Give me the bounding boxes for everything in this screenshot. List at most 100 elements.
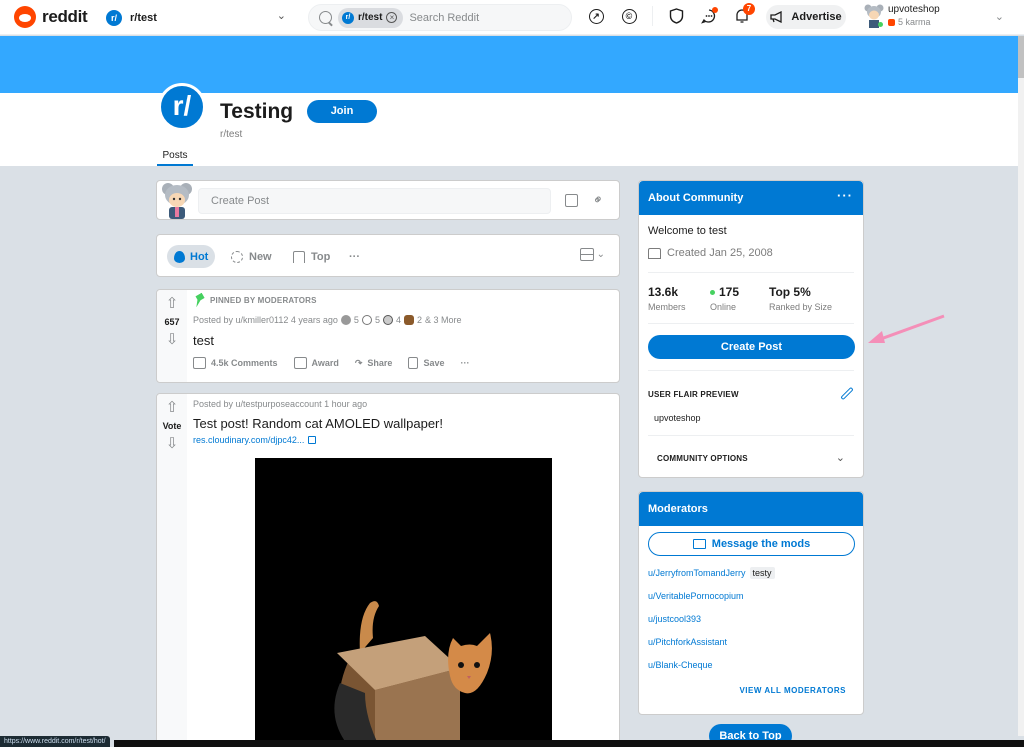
award-count: 5 xyxy=(353,315,359,325)
create-post-input[interactable]: Create Post xyxy=(198,188,551,214)
post-actions: 4.5k Comments Award ↷ Share Save ··· xyxy=(193,357,611,369)
moderator-name[interactable]: u/Blank-Cheque xyxy=(648,660,713,670)
search-input[interactable]: Search Reddit xyxy=(409,12,479,24)
moderator-list: u/JerryfromTomandJerry testy u/VeritableP… xyxy=(648,567,775,683)
pin-icon xyxy=(191,293,206,308)
karma-display: 5 karma xyxy=(888,17,931,27)
sort-top-button[interactable]: Top xyxy=(293,245,330,268)
search-bar[interactable]: r/ r/test × Search Reddit xyxy=(308,4,572,31)
award-label: Award xyxy=(311,358,339,368)
upvote-icon[interactable]: ⇧ xyxy=(166,400,179,416)
moderator-item[interactable]: u/PitchforkAssistant xyxy=(648,637,775,660)
user-menu[interactable]: upvoteshop 5 karma ⌄ xyxy=(862,2,1012,32)
post-title[interactable]: test xyxy=(193,333,611,348)
moderator-name[interactable]: u/PitchforkAssistant xyxy=(648,637,727,647)
award-button[interactable]: Award xyxy=(293,357,339,369)
post-author-line[interactable]: Posted by u/kmiller0112 4 years ago xyxy=(193,315,338,325)
community-dropdown[interactable]: r/ r/test ⌄ xyxy=(106,6,292,30)
tab-posts[interactable]: Posts xyxy=(157,150,193,166)
view-layout-dropdown[interactable]: ⌄ xyxy=(579,248,605,261)
reddit-logo-icon xyxy=(14,6,36,28)
post-card[interactable]: ⇧ 657 ⇩ PINNED BY MODERATORS Posted by u… xyxy=(156,289,620,383)
post-link[interactable]: res.cloudinary.com/djpc42... xyxy=(193,435,611,445)
chevron-down-icon[interactable]: ⌄ xyxy=(836,451,845,464)
community-description: Welcome to test xyxy=(648,225,727,237)
online-dot-icon xyxy=(710,289,715,295)
sort-top-label: Top xyxy=(311,250,331,263)
comment-icon xyxy=(193,357,206,369)
join-button[interactable]: Join xyxy=(307,100,377,123)
post-author-line[interactable]: Posted by u/testpurposeaccount 1 hour ag… xyxy=(193,399,367,409)
about-community-header: About Community ··· xyxy=(639,181,863,215)
award-count: 2 xyxy=(416,315,422,325)
moderator-item[interactable]: u/JerryfromTomandJerry testy xyxy=(648,567,775,591)
moderator-item[interactable]: u/Blank-Cheque xyxy=(648,660,775,683)
downvote-icon[interactable]: ⇩ xyxy=(166,436,179,452)
widget-options-button[interactable]: ··· xyxy=(837,188,853,203)
subreddit-icon: r/ xyxy=(342,11,354,24)
page-scrollbar[interactable] xyxy=(1018,36,1024,736)
comments-button[interactable]: 4.5k Comments xyxy=(193,357,278,369)
popular-button[interactable]: ↗ xyxy=(586,6,606,26)
online-status-dot xyxy=(878,22,883,27)
post-card[interactable]: ⇧ Vote ⇩ Posted by u/testpurposeaccount … xyxy=(156,393,620,747)
subreddit-header xyxy=(0,93,1018,166)
link-icon[interactable]: ⚭ xyxy=(589,190,608,209)
upvote-icon[interactable]: ⇧ xyxy=(166,296,179,312)
moderators-header: Moderators xyxy=(639,492,863,526)
advertise-button[interactable]: Advertise xyxy=(766,5,846,29)
moderator-item[interactable]: u/justcool393 xyxy=(648,614,775,637)
reddit-home-link[interactable]: reddit xyxy=(14,6,88,28)
scrollbar-thumb[interactable] xyxy=(1018,36,1024,78)
user-flair-preview-label: USER FLAIR PREVIEW xyxy=(648,390,739,399)
sort-hot-button[interactable]: Hot xyxy=(167,245,216,268)
clear-scope-icon[interactable]: × xyxy=(386,12,398,23)
chevron-down-icon: ⌄ xyxy=(276,10,286,22)
sort-more-button[interactable]: ··· xyxy=(349,245,360,268)
create-post-button[interactable]: Create Post xyxy=(648,335,855,359)
moderator-flair: testy xyxy=(749,567,775,579)
chat-button[interactable] xyxy=(699,6,719,26)
chat-unread-dot xyxy=(712,7,718,13)
card-view-icon xyxy=(579,248,594,261)
divider xyxy=(648,435,854,436)
create-post-card: Create Post ⚭ xyxy=(156,180,620,220)
share-button[interactable]: ↷ Share xyxy=(355,358,393,369)
status-bar-url: https://www.reddit.com/r/test/hot/ xyxy=(0,736,110,747)
downvote-icon[interactable]: ⇩ xyxy=(166,332,179,348)
gift-icon xyxy=(293,357,307,369)
image-upload-icon[interactable] xyxy=(565,194,578,207)
vote-column: ⇧ Vote ⇩ xyxy=(157,394,187,747)
top-nav-bar: reddit r/ r/test ⌄ r/ r/test × Search Re… xyxy=(0,0,1024,35)
members-stat: 13.6k Members xyxy=(648,285,686,312)
popular-icon: ↗ xyxy=(588,8,604,24)
about-community-widget: About Community ··· Welcome to test Crea… xyxy=(638,180,864,478)
sort-new-button[interactable]: New xyxy=(231,245,272,268)
message-mods-button[interactable]: Message the mods xyxy=(648,532,855,556)
moderator-name[interactable]: u/JerryfromTomandJerry xyxy=(648,568,746,578)
moderator-item[interactable]: u/VeritablePornocopium xyxy=(648,591,775,614)
moderator-name[interactable]: u/justcool393 xyxy=(648,614,701,624)
more-awards[interactable]: & 3 More xyxy=(425,315,462,325)
community-options-toggle[interactable]: COMMUNITY OPTIONS xyxy=(657,454,748,463)
user-avatar xyxy=(162,183,192,219)
coins-button[interactable]: © xyxy=(619,6,639,26)
post-more-button[interactable]: ··· xyxy=(460,358,469,368)
award-count: 5 xyxy=(374,315,380,325)
post-score: Vote xyxy=(162,421,182,431)
save-button[interactable]: Save xyxy=(408,357,444,369)
rank-stat: Top 5% Ranked by Size xyxy=(769,285,832,312)
share-label: Share xyxy=(367,358,393,368)
divider xyxy=(648,323,854,324)
post-title[interactable]: Test post! Random cat AMOLED wallpaper! xyxy=(193,416,611,431)
edit-flair-pencil-icon[interactable] xyxy=(840,386,854,401)
award-icon xyxy=(361,315,372,325)
view-all-moderators-link[interactable]: VIEW ALL MODERATORS xyxy=(739,686,846,695)
advertise-label: Advertise xyxy=(791,11,842,23)
share-icon: ↷ xyxy=(354,357,363,368)
mod-button[interactable] xyxy=(666,6,686,26)
post-image[interactable] xyxy=(255,458,552,747)
notifications-button[interactable]: 7 xyxy=(732,3,755,26)
sort-new-label: New xyxy=(249,250,272,263)
moderator-name[interactable]: u/VeritablePornocopium xyxy=(648,591,744,601)
